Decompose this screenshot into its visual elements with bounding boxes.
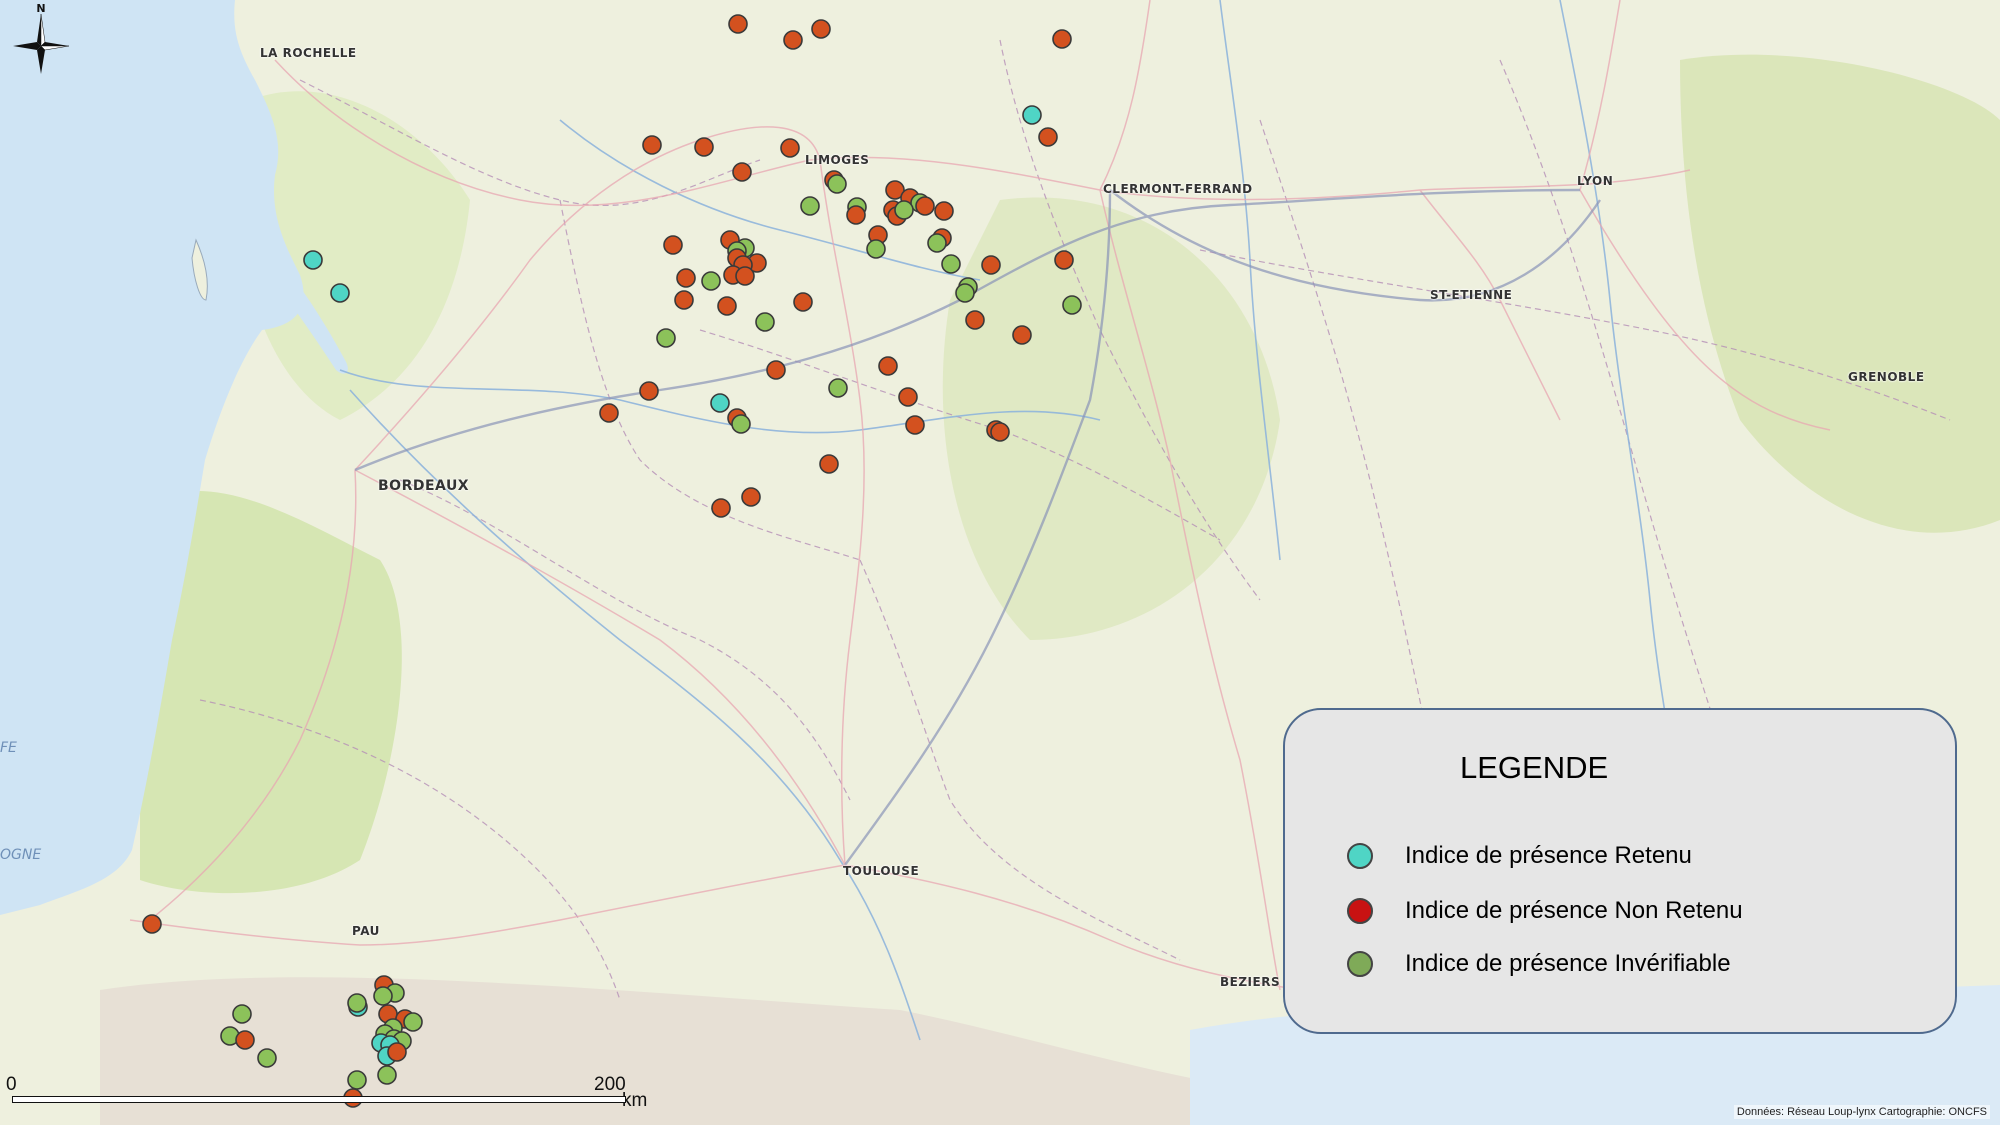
city-label: ST-ETIENNE — [1430, 288, 1513, 302]
point-non-retenu — [990, 422, 1010, 442]
point-non-retenu — [728, 14, 748, 34]
point-retenu — [1022, 105, 1042, 125]
legend-label: Indice de présence Non Retenu — [1405, 897, 1743, 924]
point-non-retenu — [1054, 250, 1074, 270]
point-non-retenu — [642, 135, 662, 155]
north-label: N — [36, 2, 45, 15]
point-inverifiable — [257, 1048, 277, 1068]
point-non-retenu — [599, 403, 619, 423]
legend-label: Indice de présence Retenu — [1405, 842, 1692, 869]
point-inverifiable — [827, 174, 847, 194]
point-non-retenu — [711, 498, 731, 518]
point-inverifiable — [347, 993, 367, 1013]
legend-swatch-non-retenu — [1347, 898, 1373, 924]
point-non-retenu — [387, 1042, 407, 1062]
point-inverifiable — [828, 378, 848, 398]
city-label: TOULOUSE — [843, 864, 920, 878]
point-inverifiable — [866, 239, 886, 259]
point-non-retenu — [819, 454, 839, 474]
point-inverifiable — [731, 414, 751, 434]
point-non-retenu — [676, 268, 696, 288]
point-non-retenu — [766, 360, 786, 380]
point-inverifiable — [941, 254, 961, 274]
point-non-retenu — [639, 381, 659, 401]
point-inverifiable — [701, 271, 721, 291]
scale-end-label: 200 — [594, 1074, 626, 1095]
point-non-retenu — [981, 255, 1001, 275]
point-non-retenu — [934, 201, 954, 221]
point-inverifiable — [800, 196, 820, 216]
point-non-retenu — [783, 30, 803, 50]
city-label: CLERMONT-FERRAND — [1103, 182, 1253, 196]
point-non-retenu — [142, 914, 162, 934]
city-label: BEZIERS — [1220, 975, 1281, 989]
point-non-retenu — [663, 235, 683, 255]
point-non-retenu — [1052, 29, 1072, 49]
point-non-retenu — [965, 310, 985, 330]
point-non-retenu — [235, 1030, 255, 1050]
point-retenu — [303, 250, 323, 270]
legend-swatch-retenu — [1347, 843, 1373, 869]
city-label: GRENOBLE — [1848, 370, 1925, 384]
point-inverifiable — [656, 328, 676, 348]
north-arrow: N — [10, 0, 72, 78]
point-inverifiable — [232, 1004, 252, 1024]
point-inverifiable — [373, 986, 393, 1006]
point-non-retenu — [1012, 325, 1032, 345]
city-label: BORDEAUX — [378, 478, 470, 494]
scale-bar-line — [12, 1096, 626, 1103]
point-non-retenu — [811, 19, 831, 39]
point-non-retenu — [674, 290, 694, 310]
data-credit: Données: Réseau Loup-lynx Cartographie: … — [1733, 1105, 1990, 1119]
legend-swatch-inverifiable — [1347, 951, 1373, 977]
legend-item-inverifiable: Indice de présence Invérifiable — [1347, 944, 1731, 984]
point-inverifiable — [403, 1012, 423, 1032]
point-non-retenu — [717, 296, 737, 316]
city-label: LA ROCHELLE — [260, 46, 357, 60]
point-inverifiable — [927, 233, 947, 253]
city-label: PAU — [352, 924, 380, 938]
map-legend: LEGENDE Indice de présence Retenu Indice… — [1283, 708, 1957, 1034]
point-non-retenu — [694, 137, 714, 157]
point-non-retenu — [915, 196, 935, 216]
city-label: LYON — [1577, 174, 1614, 188]
scale-start-label: 0 — [6, 1074, 17, 1095]
sea-label: FE — [0, 740, 17, 756]
legend-title: LEGENDE — [1460, 750, 1609, 785]
point-non-retenu — [878, 356, 898, 376]
point-inverifiable — [1062, 295, 1082, 315]
point-non-retenu — [735, 266, 755, 286]
sea-label: OGNE — [0, 847, 42, 863]
point-non-retenu — [846, 205, 866, 225]
point-non-retenu — [793, 292, 813, 312]
scale-bar: 0 200 km — [6, 1074, 647, 1120]
legend-item-non-retenu: Indice de présence Non Retenu — [1347, 891, 1743, 931]
compass-rose-icon: N — [13, 2, 70, 74]
point-inverifiable — [955, 283, 975, 303]
point-non-retenu — [898, 387, 918, 407]
point-inverifiable — [894, 200, 914, 220]
point-non-retenu — [1038, 127, 1058, 147]
city-label: LIMOGES — [805, 153, 870, 167]
point-non-retenu — [780, 138, 800, 158]
point-retenu — [710, 393, 730, 413]
point-non-retenu — [732, 162, 752, 182]
point-inverifiable — [755, 312, 775, 332]
point-non-retenu — [905, 415, 925, 435]
legend-item-retenu: Indice de présence Retenu — [1347, 836, 1692, 876]
legend-label: Indice de présence Invérifiable — [1405, 950, 1731, 977]
point-non-retenu — [741, 487, 761, 507]
point-retenu — [330, 283, 350, 303]
